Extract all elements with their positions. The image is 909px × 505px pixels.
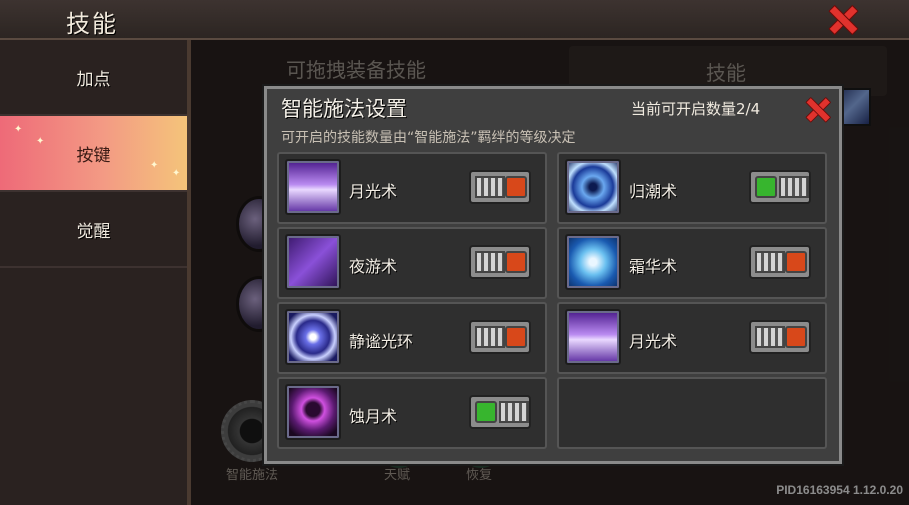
enabled-count: 当前可开启数量2/4 xyxy=(631,100,761,118)
skill-name: 夜游术 xyxy=(349,257,398,276)
skill-card-frost: 霜华术 xyxy=(557,227,827,299)
skill-card-moonlight: 月光术 xyxy=(277,152,547,224)
tide-icon xyxy=(565,159,621,215)
skill-name: 霜华术 xyxy=(629,257,678,276)
skill-card-eclipse: 蚀月术 xyxy=(277,377,547,449)
sidebar-item-label: 觉醒 xyxy=(76,221,111,242)
sidebar-item-label: 按键 xyxy=(76,145,111,166)
sidebar: 加点 ✦ ✦ ✦ ✦ 按键 觉醒 xyxy=(0,40,191,505)
skill-card-moonlight-2: 月光术 xyxy=(557,302,827,374)
moonlight-icon xyxy=(565,309,621,365)
close-icon[interactable] xyxy=(803,95,830,122)
skill-toggle[interactable] xyxy=(469,395,531,429)
skill-toggle[interactable] xyxy=(749,170,811,204)
night-walk-icon xyxy=(285,234,341,290)
sidebar-item-label: 加点 xyxy=(76,69,111,90)
skill-toggle[interactable] xyxy=(749,320,811,354)
skill-toggle[interactable] xyxy=(469,245,531,279)
page-title: 技能 xyxy=(66,10,118,38)
skill-name: 蚀月术 xyxy=(349,407,398,426)
frost-icon xyxy=(565,234,621,290)
dialog-subtitle: 可开启的技能数量由“智能施法”羁绊的等级决定 xyxy=(281,130,576,146)
sparkle-icon: ✦ xyxy=(150,160,159,171)
skill-card-tide: 归潮术 xyxy=(557,152,827,224)
skill-name: 月光术 xyxy=(349,182,398,201)
sparkle-icon: ✦ xyxy=(172,168,181,179)
empty-skill-slot xyxy=(557,377,827,449)
close-icon[interactable] xyxy=(826,3,858,35)
sparkle-icon: ✦ xyxy=(36,136,45,147)
eclipse-icon xyxy=(285,384,341,440)
sidebar-item-keys[interactable]: ✦ ✦ ✦ ✦ 按键 xyxy=(0,116,187,192)
serene-aura-icon xyxy=(285,309,341,365)
sidebar-item-points[interactable]: 加点 xyxy=(0,40,187,116)
skill-name: 月光术 xyxy=(629,332,678,351)
skill-name: 归潮术 xyxy=(629,182,678,201)
top-bar: 技能 xyxy=(0,0,909,40)
sparkle-icon: ✦ xyxy=(14,124,23,135)
skill-toggle[interactable] xyxy=(749,245,811,279)
skill-toggle[interactable] xyxy=(469,320,531,354)
skill-card-serene-aura: 静谧光环 xyxy=(277,302,547,374)
sidebar-item-awaken[interactable]: 觉醒 xyxy=(0,192,187,268)
skill-card-night-walk: 夜游术 xyxy=(277,227,547,299)
smart-cast-dialog: 智能施法设置 当前可开启数量2/4 可开启的技能数量由“智能施法”羁绊的等级决定… xyxy=(264,86,842,464)
skill-name: 静谧光环 xyxy=(349,332,414,351)
skill-toggle[interactable] xyxy=(469,170,531,204)
dialog-title: 智能施法设置 xyxy=(281,97,407,121)
moonlight-icon xyxy=(285,159,341,215)
